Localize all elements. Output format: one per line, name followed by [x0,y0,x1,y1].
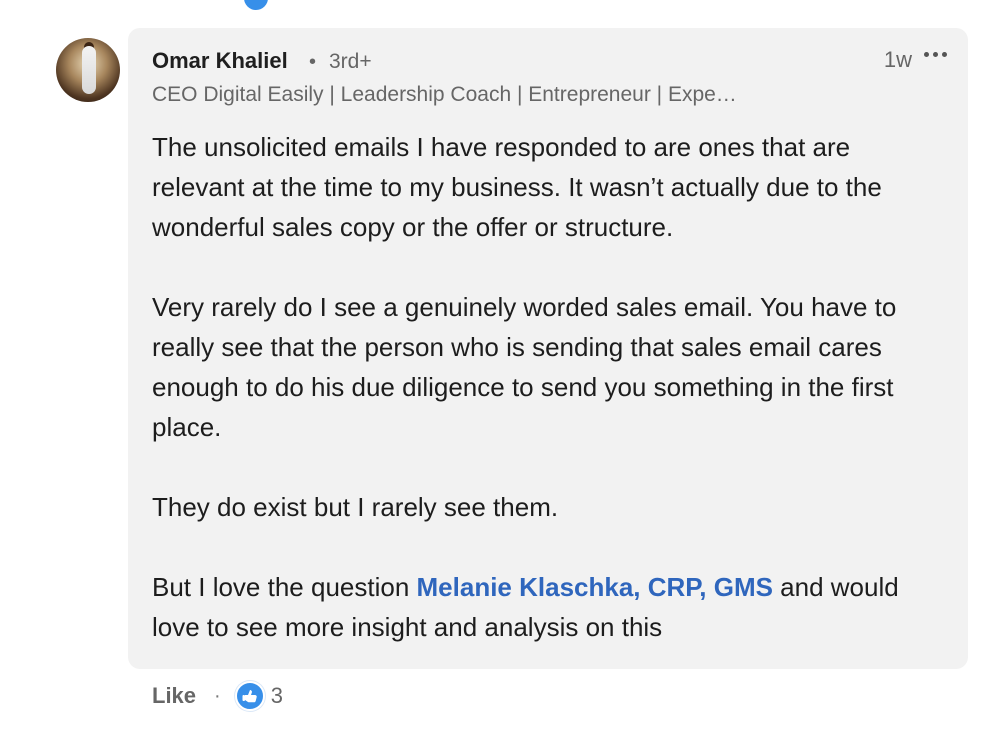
connection-degree: 3rd+ [329,50,372,73]
comment-actions: Like · 3 [152,679,283,713]
reaction-count[interactable]: 3 [271,683,283,709]
like-button[interactable]: Like [152,683,196,709]
avatar-person-body [82,46,96,94]
more-dot-2 [932,51,938,57]
author-headline[interactable]: CEO Digital Easily | Leadership Coach | … [152,83,737,107]
paragraph-4-prefix: But I love the question [152,572,417,602]
author-avatar[interactable] [56,38,120,102]
comment-timestamp: 1w [883,47,912,72]
more-options-icon[interactable] [920,42,950,66]
comment-card: Omar Khaliel • 3rd+ CEO Digital Easily |… [128,28,968,669]
comment-paragraph-1: The unsolicited emails I have responded … [152,132,882,242]
comment-paragraph-3: They do exist but I rarely see them. [152,492,559,522]
mentioned-person-link[interactable]: Melanie Klaschka, CRP, GMS [417,572,773,602]
comment-body: The unsolicited emails I have responded … [152,127,942,647]
connection-separator: • [309,51,317,73]
partial-reaction-icon [244,0,268,10]
more-dot-3 [941,51,947,57]
comment-thread-view: Omar Khaliel • 3rd+ CEO Digital Easily |… [0,0,992,730]
comment-paragraph-2: Very rarely do I see a genuinely worded … [152,292,897,442]
like-reaction-icon[interactable] [234,681,265,711]
more-dot-1 [923,51,929,57]
action-separator: · [214,684,221,707]
author-name[interactable]: Omar Khaliel [152,48,288,74]
comment-paragraph-4: But I love the question Melanie Klaschka… [152,567,942,647]
thumbs-up-icon [242,690,257,703]
